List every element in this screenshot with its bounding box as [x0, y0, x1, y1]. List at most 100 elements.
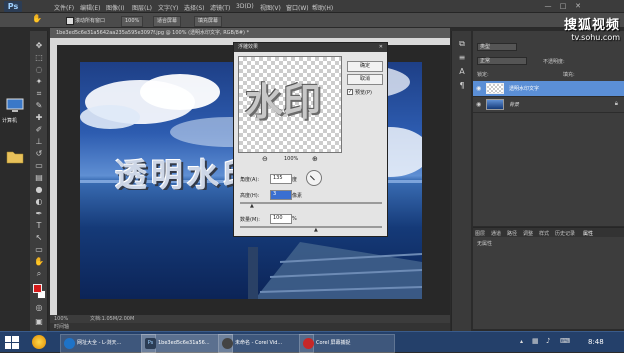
layer-row[interactable]: ◉ 背景 🔒︎	[473, 97, 624, 113]
height-slider-thumb[interactable]: ▲	[250, 203, 254, 209]
gradient-tool-icon[interactable]: ▤	[34, 173, 44, 183]
properties-empty: 无属性	[477, 241, 493, 247]
brush-tool-icon[interactable]: ✐	[34, 125, 44, 135]
clock[interactable]: 8:48	[588, 338, 604, 346]
filter-preview[interactable]: 水印	[238, 56, 342, 153]
preview-checkbox[interactable]: ✓	[347, 89, 353, 95]
tab-channels[interactable]: 通道	[491, 230, 501, 237]
crop-tool-icon[interactable]: ⌗	[34, 89, 44, 99]
amount-unit: %	[292, 216, 297, 222]
tab-history[interactable]: 历史记录	[555, 230, 575, 237]
menu-window[interactable]: 窗口(W)	[286, 3, 309, 12]
character-panel-icon[interactable]: A	[457, 67, 467, 77]
menu-file[interactable]: 文件(F)	[54, 3, 74, 12]
magic-wand-tool-icon[interactable]: ✦	[34, 77, 44, 87]
lock-icon: 🔒︎	[614, 100, 618, 107]
folder-icon[interactable]	[4, 148, 26, 166]
lasso-tool-icon[interactable]: ◌	[34, 65, 44, 75]
menu-3d[interactable]: 3D(D)	[236, 3, 254, 10]
timeline-bar[interactable]: 时间轴	[50, 323, 450, 331]
tab-paths[interactable]: 路径	[507, 230, 517, 237]
foreground-color-swatch[interactable]	[33, 284, 42, 293]
ps-icon: Ps	[145, 338, 156, 349]
path-selection-tool-icon[interactable]: ↖	[34, 233, 44, 243]
amount-slider[interactable]	[240, 226, 382, 228]
windows-logo-icon	[5, 336, 19, 349]
fit-screen-button[interactable]: 适合屏幕	[153, 16, 182, 27]
menu-select[interactable]: 选择(S)	[184, 3, 205, 12]
task-browser-label: 网址大全 - L-浏天...	[77, 340, 122, 346]
menu-type[interactable]: 文字(Y)	[158, 3, 178, 12]
tab-adjustments[interactable]: 调整	[523, 230, 533, 237]
zoom-in-icon[interactable]: ⊕	[312, 155, 318, 163]
scroll-all-checkbox[interactable]	[66, 17, 74, 25]
height-slider[interactable]	[240, 202, 382, 204]
tab-layers[interactable]: 图层	[475, 230, 485, 237]
timeline-label: 时间轴	[54, 324, 70, 330]
ok-button[interactable]: 确定	[347, 61, 383, 72]
task-corel-capture[interactable]: Corel 屏幕捕捉	[299, 334, 395, 353]
layer-row[interactable]: ◉ 透明水印文字	[473, 81, 624, 97]
layer-name: 背景	[509, 102, 520, 108]
pen-tool-icon[interactable]: ✒	[34, 209, 44, 219]
start-button[interactable]	[4, 335, 20, 350]
eraser-tool-icon[interactable]: ▭	[34, 161, 44, 171]
hand-tool-icon: ✋	[32, 14, 42, 23]
angle-label: 角度(A):	[240, 177, 260, 183]
paragraph-panel-icon[interactable]: ¶	[457, 81, 467, 91]
type-tool-icon[interactable]: T	[34, 221, 44, 231]
close-icon[interactable]: ✕	[379, 43, 383, 52]
healing-brush-tool-icon[interactable]: ✚	[34, 113, 44, 123]
tab-properties[interactable]: 属性	[583, 230, 593, 237]
visibility-eye-icon[interactable]: ◉	[476, 101, 481, 108]
fill-screen-button[interactable]: 填充屏幕	[194, 16, 223, 27]
restore-button[interactable]: □	[557, 2, 569, 10]
history-brush-tool-icon[interactable]: ↺	[34, 149, 44, 159]
status-bar: 100% 文档:1.05M/2.00M	[50, 315, 450, 323]
screen-mode-icon[interactable]: ▣	[34, 317, 44, 327]
network-icon[interactable]: ▦	[532, 337, 539, 345]
zoom-tool-icon[interactable]: ⌕	[34, 269, 44, 279]
close-button[interactable]: ✕	[572, 2, 584, 10]
visibility-eye-icon[interactable]: ◉	[476, 85, 481, 92]
menu-view[interactable]: 视图(V)	[260, 3, 281, 12]
zoom-out-icon[interactable]: ⊖	[262, 155, 268, 163]
app-pinned-icon[interactable]	[32, 335, 46, 349]
amount-input[interactable]: 100	[270, 214, 292, 224]
height-input[interactable]: 3	[270, 190, 292, 200]
blend-mode-select[interactable]: 正常	[477, 57, 527, 65]
shape-tool-icon[interactable]: ▭	[34, 245, 44, 255]
tray-arrow-icon[interactable]: ▴	[520, 338, 523, 345]
eyedropper-tool-icon[interactable]: ✎	[34, 101, 44, 111]
menu-filter[interactable]: 滤镜(T)	[210, 3, 230, 12]
menu-edit[interactable]: 编辑(E)	[80, 3, 100, 12]
document-tab[interactable]: 1be3ed5c6e31a5642aa235a595e3097f.jpg @ 1…	[50, 28, 450, 38]
hand-tool-icon[interactable]: ✋	[34, 257, 44, 267]
angle-dial[interactable]	[306, 170, 322, 186]
emboss-dialog: 浮雕效果 ✕ 水印 确定 取消 ✓ 预览(P) ⊖ 100% ⊕ 角度(A): …	[233, 42, 388, 237]
marquee-tool-icon[interactable]: ⬚	[34, 53, 44, 63]
clone-stamp-tool-icon[interactable]: ⊥	[34, 137, 44, 147]
quick-mask-icon[interactable]: ◎	[34, 303, 44, 313]
height-unit: 像素	[292, 193, 303, 199]
history-panel-icon[interactable]: ⧉	[457, 39, 467, 49]
tab-styles[interactable]: 样式	[539, 230, 549, 237]
dodge-tool-icon[interactable]: ◐	[34, 197, 44, 207]
computer-icon[interactable]	[4, 98, 26, 116]
keyboard-icon[interactable]: ⌨	[560, 337, 570, 345]
cancel-button[interactable]: 取消	[347, 74, 383, 85]
status-zoom: 100%	[54, 316, 69, 322]
angle-input[interactable]: 135	[270, 174, 292, 184]
layer-thumbnail	[486, 99, 504, 110]
zoom-100-button[interactable]: 100%	[121, 16, 144, 27]
menu-help[interactable]: 帮助(H)	[312, 3, 333, 12]
move-tool-icon[interactable]: ✥	[34, 41, 44, 51]
layer-kind-filter[interactable]: 类型	[477, 43, 517, 51]
minimize-button[interactable]: —	[542, 2, 554, 10]
menu-layer[interactable]: 图层(L)	[132, 3, 152, 12]
volume-icon[interactable]: ♪	[546, 337, 550, 345]
properties-panel-icon[interactable]: ≡	[457, 53, 467, 63]
amount-slider-thumb[interactable]: ▲	[314, 227, 318, 233]
menu-image[interactable]: 图像(I)	[106, 3, 124, 12]
blur-tool-icon[interactable]: ●	[34, 185, 44, 195]
